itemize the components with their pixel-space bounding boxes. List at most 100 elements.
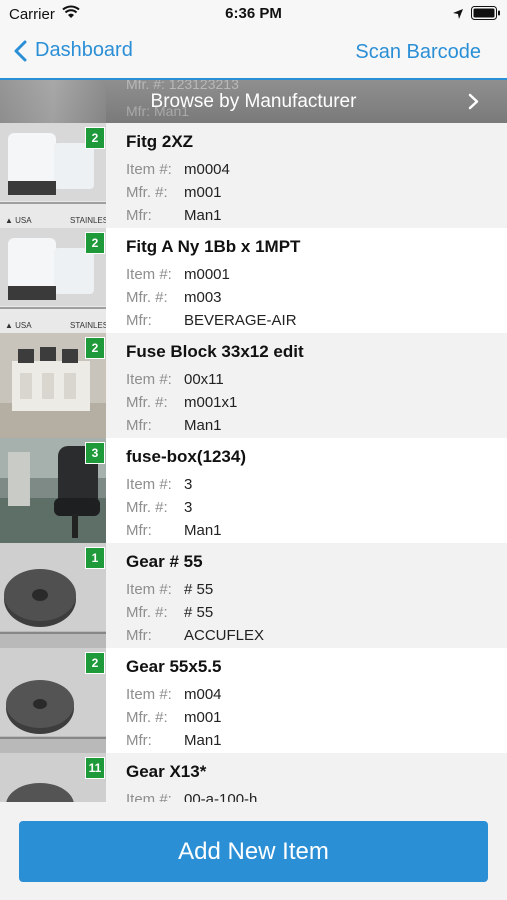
photo-count-badge: 2: [85, 652, 105, 674]
svg-text:▲ USA: ▲ USA: [5, 216, 32, 225]
item-number-line: Item #: # 55: [126, 581, 213, 598]
item-number-label: Item #:: [126, 161, 172, 178]
items-list[interactable]: ▲ USA STAINLESS 2 Fitg 2XZ Item #: m0004 M…: [0, 123, 507, 802]
manufacturer-label: Mfr:: [126, 627, 152, 644]
add-new-item-button[interactable]: Add New Item: [19, 821, 488, 882]
browse-by-manufacturer-button[interactable]: Mfr. #: 123123213 Mfr: Man1 Browse by Ma…: [0, 80, 507, 123]
item-title: Fitg A Ny 1Bb x 1MPT: [126, 237, 301, 256]
item-number-line: Item #: 00-a-100-h: [126, 791, 257, 802]
item-photo: ▲ USA STAINLESS 2: [0, 228, 106, 333]
manufacturer-value: Man1: [184, 207, 222, 224]
manufacturer-value: BEVERAGE-AIR: [184, 312, 297, 329]
photo-count-badge: 2: [85, 232, 105, 254]
mfr-number-value: m001: [184, 709, 222, 726]
item-row[interactable]: ▲ USA STAINLESS 2 Fitg A Ny 1Bb x 1MPT It…: [0, 228, 507, 333]
item-row[interactable]: 3 fuse-box(1234) Item #: 3 Mfr. #: 3 Mfr: M…: [0, 438, 507, 543]
mfr-number-label: Mfr. #:: [126, 604, 168, 621]
chevron-right-icon: [468, 93, 479, 110]
item-photo: ▲ USA STAINLESS 2: [0, 123, 106, 228]
mfr-number-label: Mfr. #:: [126, 184, 168, 201]
photo-count-badge: 2: [85, 127, 105, 149]
item-photo: 1: [0, 543, 106, 648]
mfr-number-line: Mfr. #: 3: [126, 499, 192, 516]
back-button[interactable]: Dashboard: [14, 39, 133, 62]
manufacturer-line: Mfr: BEVERAGE-AIR: [126, 312, 297, 329]
back-button-label: Dashboard: [35, 39, 133, 61]
manufacturer-label: Mfr:: [126, 522, 152, 539]
item-number-label: Item #:: [126, 476, 172, 493]
mfr-number-value: m001x1: [184, 394, 238, 411]
photo-count-badge: 2: [85, 337, 105, 359]
svg-text:▲ USA: ▲ USA: [5, 321, 32, 330]
item-photo: 2: [0, 648, 106, 753]
photo-count-badge: 1: [85, 547, 105, 569]
item-row[interactable]: 2 Gear 55x5.5 Item #: m004 Mfr. #: m001 Mf…: [0, 648, 507, 753]
chevron-left-icon: [14, 40, 27, 61]
location-arrow-icon: [452, 7, 464, 25]
item-title: Fitg 2XZ: [126, 132, 194, 151]
item-photo: 11: [0, 753, 106, 802]
item-number-line: Item #: 3: [126, 476, 192, 493]
manufacturer-label: Mfr:: [126, 312, 152, 329]
mfr-number-line: Mfr. #: m001: [126, 184, 222, 201]
item-title: Gear X13*: [126, 762, 207, 781]
manufacturer-line: Mfr: Man1: [126, 522, 222, 539]
item-number-line: Item #: m004: [126, 686, 222, 703]
manufacturer-value: Man1: [184, 417, 222, 434]
status-bar: Carrier 6:36 PM: [0, 0, 507, 28]
item-row[interactable]: ▲ USA STAINLESS 2 Fitg 2XZ Item #: m0004 M…: [0, 123, 507, 228]
manufacturer-value: ACCUFLEX: [184, 627, 265, 644]
manufacturer-line: Mfr: Man1: [126, 417, 222, 434]
manufacturer-line: Mfr: Man1: [126, 207, 222, 224]
manufacturer-line: Mfr: ACCUFLEX: [126, 627, 264, 644]
item-number-label: Item #:: [126, 266, 172, 283]
item-title: Fuse Block 33x12 edit: [126, 342, 304, 361]
mfr-number-value: 3: [184, 499, 193, 516]
mfr-number-line: Mfr. #: m001: [126, 709, 222, 726]
item-number-value: m0001: [184, 266, 230, 283]
manufacturer-label: Mfr:: [126, 207, 152, 224]
item-row[interactable]: 11 Gear X13* Item #: 00-a-100-h: [0, 753, 507, 802]
manufacturer-label: Mfr:: [126, 417, 152, 434]
manufacturer-label: Mfr:: [126, 732, 152, 749]
item-number-line: Item #: m0001: [126, 266, 230, 283]
item-number-label: Item #:: [126, 581, 172, 598]
item-row[interactable]: 1 Gear # 55 Item #: # 55 Mfr. #: # 55 Mfr:…: [0, 543, 507, 648]
manufacturer-line: Mfr: Man1: [126, 732, 222, 749]
item-title: fuse-box(1234): [126, 447, 246, 466]
mfr-number-value: # 55: [184, 604, 214, 621]
mfr-number-line: Mfr. #: # 55: [126, 604, 213, 621]
mfr-number-label: Mfr. #:: [126, 709, 168, 726]
svg-text:STAINLESS: STAINLESS: [70, 216, 106, 225]
mfr-number-value: m001: [184, 184, 222, 201]
mfr-number-label: Mfr. #:: [126, 499, 168, 516]
mfr-number-label: Mfr. #:: [126, 289, 168, 306]
item-number-value: m0004: [184, 161, 230, 178]
item-number-line: Item #: m0004: [126, 161, 230, 178]
mfr-number-line: Mfr. #: m001x1: [126, 394, 237, 411]
svg-text:STAINLESS: STAINLESS: [70, 321, 106, 330]
item-photo: 2: [0, 333, 106, 438]
item-title: Gear 55x5.5: [126, 657, 222, 676]
item-photo: 3: [0, 438, 106, 543]
item-row[interactable]: 2 Fuse Block 33x12 edit Item #: 00x11 Mfr…: [0, 333, 507, 438]
manufacturer-value: Man1: [184, 522, 222, 539]
manufacturer-value: Man1: [184, 732, 222, 749]
photo-count-badge: 3: [85, 442, 105, 464]
item-number-value: m004: [184, 686, 222, 703]
footer: Add New Item: [0, 802, 507, 900]
battery-icon: [471, 6, 501, 25]
mfr-number-label: Mfr. #:: [126, 394, 168, 411]
clock: 6:36 PM: [225, 5, 282, 22]
item-title: Gear # 55: [126, 552, 203, 571]
scan-barcode-button[interactable]: Scan Barcode: [355, 41, 481, 64]
item-number-label: Item #:: [126, 371, 172, 388]
item-number-label: Item #:: [126, 791, 172, 802]
item-number-value: 00x11: [184, 371, 224, 388]
navigation-bar: Dashboard Scan Barcode: [0, 28, 507, 80]
mfr-number-value: m003: [184, 289, 222, 306]
item-number-value: 3: [184, 476, 193, 493]
item-number-value: 00-a-100-h: [184, 791, 258, 802]
photo-count-badge: 11: [85, 757, 105, 779]
browse-by-manufacturer-label: Browse by Manufacturer: [150, 91, 357, 112]
